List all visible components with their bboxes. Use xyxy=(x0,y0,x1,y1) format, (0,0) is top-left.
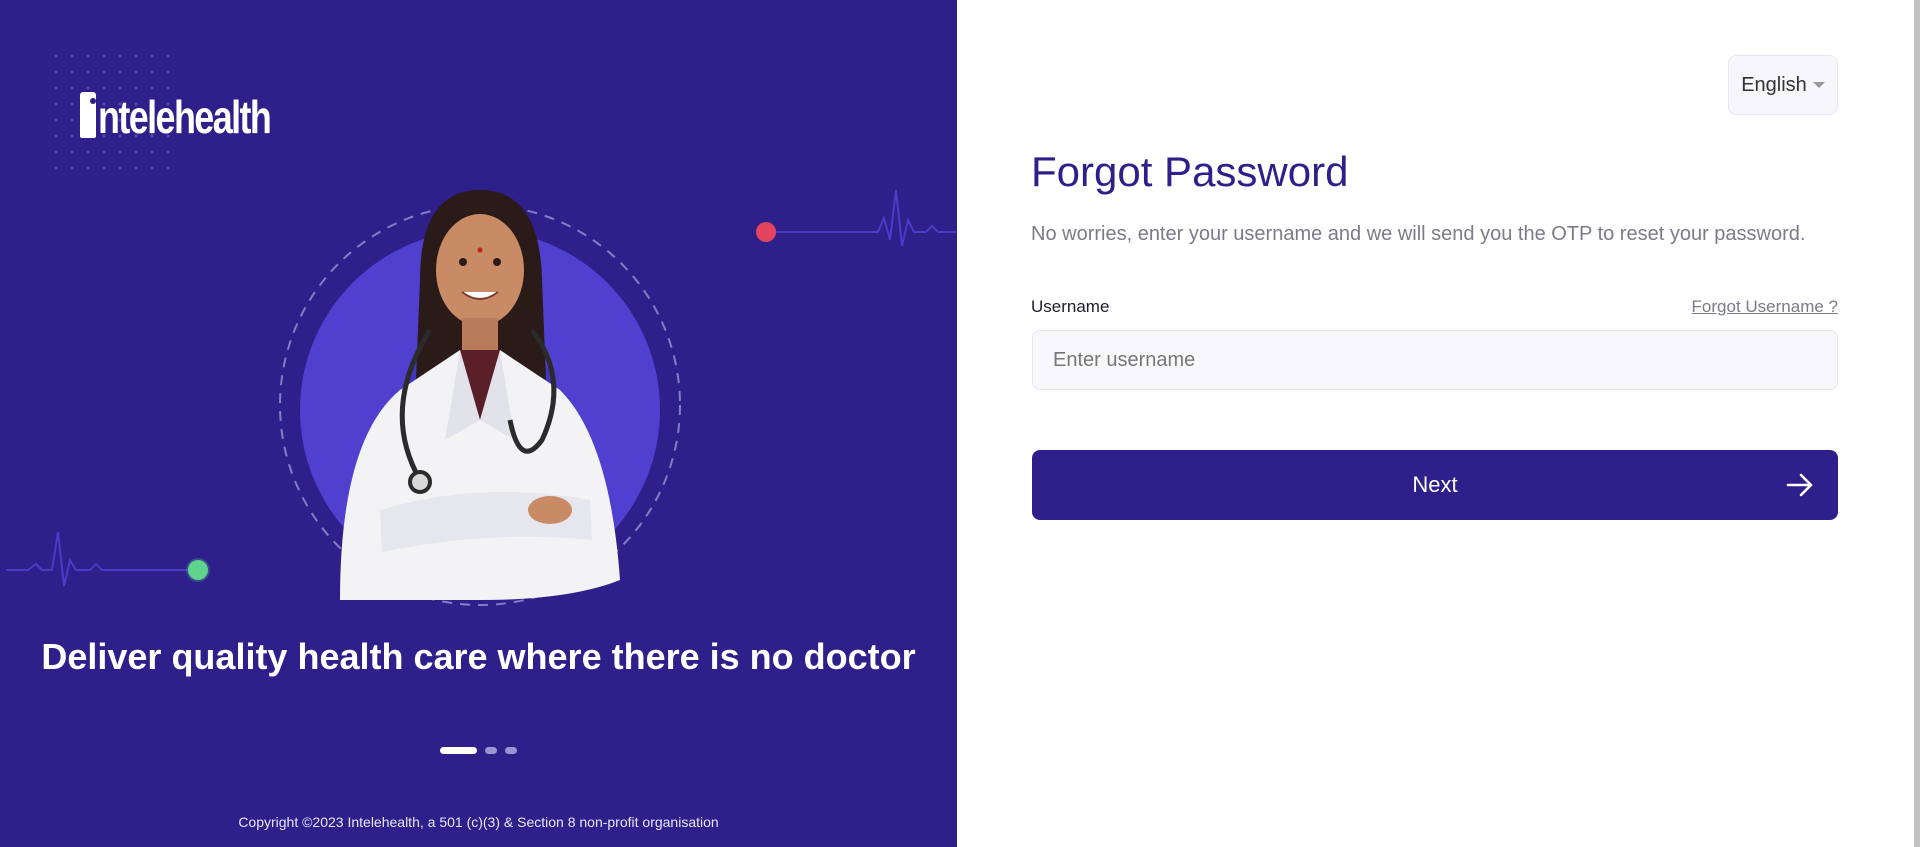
brand-panel: ntelehealth Deliver quality health care … xyxy=(0,0,957,847)
carousel-dot-active[interactable] xyxy=(440,747,477,754)
arrow-right-icon xyxy=(1786,473,1813,497)
page-title: Forgot Password xyxy=(1031,148,1349,195)
page-subtitle: No worries, enter your username and we w… xyxy=(1031,223,1806,245)
heartbeat-line-red-icon xyxy=(756,189,956,247)
hero-heading: Deliver quality health care where there … xyxy=(41,636,916,677)
logo-i-mark xyxy=(80,92,96,138)
brand-logo: ntelehealth xyxy=(80,86,319,143)
next-button-label: Next xyxy=(1412,472,1458,497)
next-button[interactable]: Next xyxy=(1032,450,1838,520)
carousel-indicator xyxy=(440,747,517,754)
username-input[interactable] xyxy=(1032,330,1838,390)
copyright-text: Copyright ©2023 Intelehealth, a 501 (c)(… xyxy=(238,814,719,830)
language-selected: English xyxy=(1741,73,1807,96)
form-panel xyxy=(957,0,1920,847)
red-dot-icon xyxy=(756,222,776,242)
forgot-username-link[interactable]: Forgot Username ? xyxy=(1692,297,1838,317)
doctor-illustration xyxy=(279,190,681,606)
username-label: Username xyxy=(1031,297,1110,316)
scrollbar[interactable] xyxy=(1914,0,1920,847)
heartbeat-line-green-icon xyxy=(6,531,210,587)
carousel-dot[interactable] xyxy=(505,747,517,754)
carousel-dot[interactable] xyxy=(485,747,497,754)
chevron-down-icon xyxy=(1812,82,1825,88)
logo-wordmark: ntelehealth xyxy=(98,91,272,143)
green-dot-icon xyxy=(188,560,208,580)
language-selector[interactable]: English xyxy=(1728,55,1838,115)
